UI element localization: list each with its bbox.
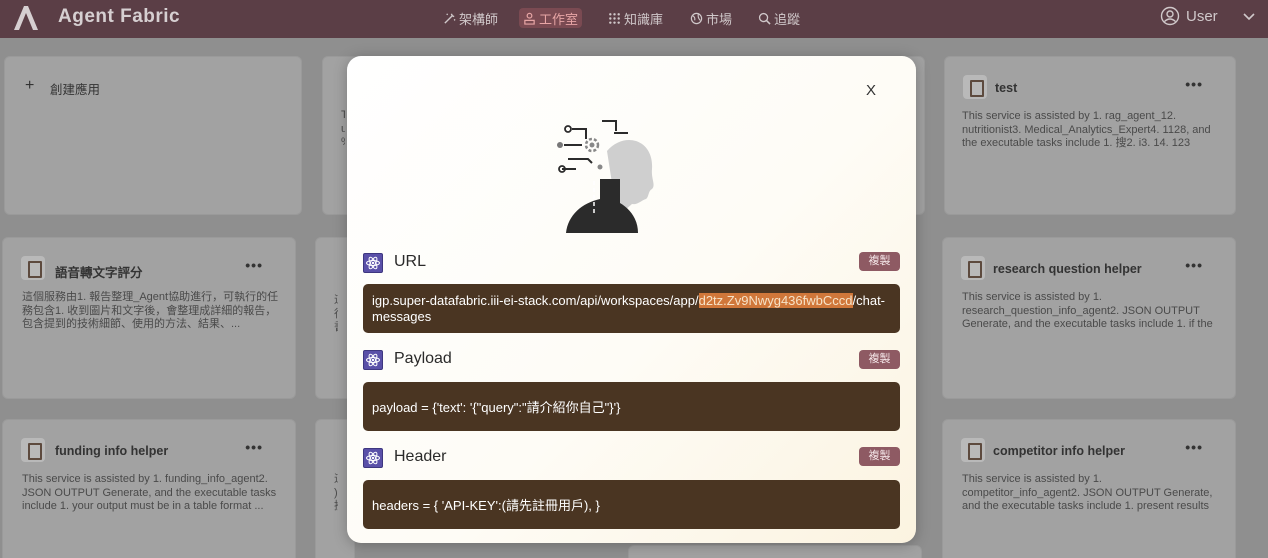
copy-header-button[interactable]: 複製 [859, 447, 900, 466]
app-card-funding[interactable]: funding info helper ••• This service is … [2, 419, 296, 558]
card-description: This service is assisted by 1. competito… [962, 473, 1213, 514]
top-bar: Agent Fabric 架構師 工作室 知識庫 市場 追蹤 User [0, 0, 1268, 38]
url-code-box[interactable]: igp.super-datafabric.iii-ei-stack.com/ap… [363, 284, 900, 333]
payload-section-title: Payload [394, 350, 452, 367]
card-title: test [995, 81, 1018, 95]
card-description: This service is assisted by 1. research_… [962, 291, 1213, 332]
more-icon[interactable]: ••• [1185, 257, 1203, 273]
nav-architect-label: 架構師 [459, 11, 499, 27]
ai-head-illustration [557, 120, 654, 233]
card-title: 語音轉文字評分 [55, 266, 143, 280]
nav-studio-label: 工作室 [539, 11, 579, 27]
app-icon [963, 75, 987, 99]
nav-market-label: 市場 [706, 11, 733, 27]
url-section-title: URL [394, 253, 427, 270]
react-icon [363, 350, 383, 370]
app-card-speech[interactable]: 語音轉文字評分 ••• 這個服務由1. 報告整理_Agent協助進行，可執行的任… [2, 237, 296, 399]
app-icon [961, 256, 985, 280]
app-icon [21, 256, 45, 280]
header-section-title: Header [394, 448, 447, 465]
card-description: This service is assisted by 1. funding_i… [22, 473, 277, 512]
app-name[interactable]: Agent Fabric [58, 6, 180, 28]
app-icon [21, 438, 45, 462]
card-description-partial: 這 行 書 [334, 294, 338, 335]
grid-icon [609, 12, 620, 24]
card-description: 這個服務由1. 報告整理_Agent協助進行，可執行的任務包含1. 收到圖片和文… [22, 291, 279, 330]
nav-tracking-label: 追蹤 [774, 11, 801, 27]
nav-market[interactable]: 市場 [690, 8, 732, 28]
app-icon [961, 438, 985, 462]
payload-code-box[interactable]: payload = {'text': '{"query":"請介紹你自己"}'} [363, 382, 900, 431]
nav-studio[interactable]: 工作室 [519, 8, 583, 28]
studio-icon [524, 12, 535, 25]
brand-logo-icon[interactable] [12, 4, 40, 32]
nav-knowledge-label: 知識庫 [624, 11, 664, 27]
create-app-label: 創建應用 [50, 83, 101, 97]
magnifier-icon [758, 12, 771, 25]
url-value-prefix: igp.super-datafabric.iii-ei-stack.com/ap… [372, 293, 699, 308]
chevron-down-icon[interactable] [1242, 10, 1256, 24]
copy-payload-button[interactable]: 複製 [859, 350, 900, 369]
nav-architect[interactable]: 架構師 [443, 8, 498, 28]
user-avatar-icon [1160, 6, 1180, 26]
copy-url-button[interactable]: 複製 [859, 252, 900, 271]
react-icon [363, 253, 383, 273]
app-id-highlight: d2tz.Zv9Nwyg436fwbCccd [698, 293, 853, 308]
header-value: headers = { 'API-KEY':(請先註冊用戶), } [372, 498, 600, 513]
more-icon[interactable]: ••• [1185, 76, 1203, 92]
card-title: research question helper [993, 262, 1142, 276]
app-card-competitor[interactable]: competitor info helper ••• This service … [942, 419, 1236, 558]
more-icon[interactable]: ••• [245, 439, 263, 455]
nav-knowledge[interactable]: 知識庫 [608, 8, 663, 28]
close-button[interactable]: X [866, 82, 876, 99]
wand-icon [444, 12, 456, 24]
header-code-box[interactable]: headers = { 'API-KEY':(請先註冊用戶), } [363, 480, 900, 529]
create-app-card[interactable]: + 創建應用 [4, 56, 302, 215]
card-description-partial: T u % [341, 109, 345, 148]
payload-value: payload = {'text': '{"query":"請介紹你自己"}'} [372, 400, 621, 415]
globe-icon [690, 12, 703, 24]
app-card-research[interactable]: research question helper ••• This servic… [942, 237, 1236, 399]
react-icon [363, 448, 383, 468]
app-card-partial[interactable] [628, 545, 922, 558]
card-description: This service is assisted by 1. rag_agent… [962, 110, 1211, 149]
user-label: User [1186, 7, 1218, 25]
nav-tracking[interactable]: 追蹤 [758, 8, 800, 28]
user-menu[interactable]: User [1160, 6, 1218, 26]
card-title: competitor info helper [993, 444, 1125, 458]
app-card-test[interactable]: test ••• This service is assisted by 1. … [944, 56, 1236, 215]
card-title: funding info helper [55, 444, 169, 458]
more-icon[interactable]: ••• [1185, 439, 1203, 455]
api-info-dialog: X URL 複製 igp.super-datafabric.iii-ei-sta… [347, 56, 916, 543]
card-description-partial: 這 ), 攪 [334, 473, 338, 512]
plus-icon: + [25, 77, 35, 94]
more-icon[interactable]: ••• [245, 257, 263, 273]
